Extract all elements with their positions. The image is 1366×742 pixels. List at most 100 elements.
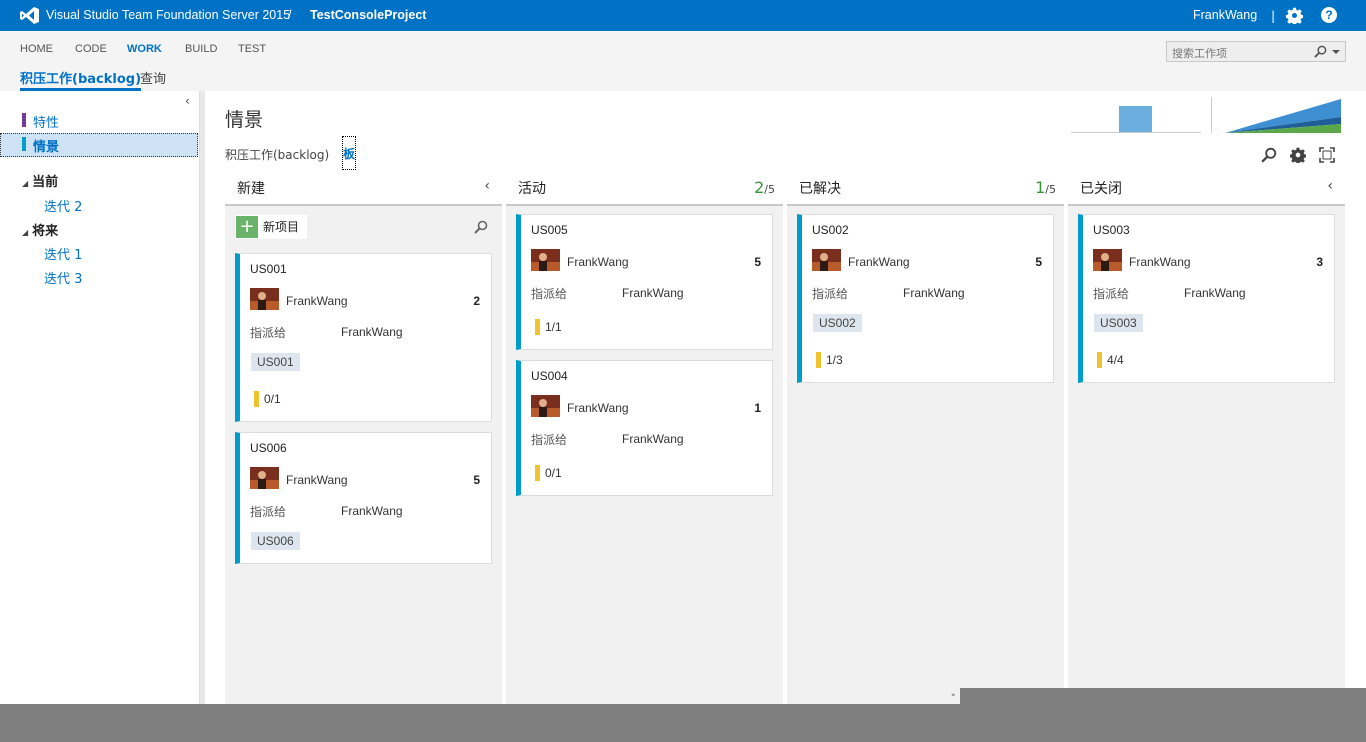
assigned-to-value[interactable]: FrankWang [341,504,403,518]
hub-test[interactable]: TEST [238,43,266,55]
story-card-us006[interactable]: US006 FrankWang 5 指派给 FrankWang US006 [235,432,492,564]
settings-gear-icon[interactable] [1286,7,1303,24]
task-progress-value: 1/1 [545,320,562,334]
assigned-to-value[interactable]: FrankWang [341,325,403,339]
card-tag[interactable]: US002 [813,314,862,332]
avatar [1093,249,1122,271]
taskbar-strip [960,688,1366,704]
collapse-column-chevron-icon[interactable]: ‹ [1327,178,1333,194]
iteration-group-future[interactable]: ◢ 将来 [22,220,58,239]
hub-code[interactable]: CODE [75,43,107,55]
search-dropdown-icon[interactable] [1332,50,1340,54]
story-card-us002[interactable]: US002 FrankWang 5 指派给 FrankWang US002 1/… [797,214,1054,383]
breadcrumb-separator: / [288,8,292,22]
search-placeholder: 搜索工作项 [1172,47,1227,60]
user-menu[interactable]: FrankWang [1193,8,1257,22]
visual-studio-logo-icon[interactable] [20,7,39,24]
view-board-link[interactable]: 板 [342,136,356,170]
card-title[interactable]: US006 [250,441,287,455]
iteration-item-1[interactable]: 迭代 1 [44,244,82,263]
assigned-to-value[interactable]: FrankWang [622,286,684,300]
tab-queries[interactable]: 查询 [140,68,166,87]
wip-current: 1 [1035,178,1046,197]
story-card-us003[interactable]: US003 FrankWang 3 指派给 FrankWang US003 4/… [1078,214,1335,383]
story-card-us005[interactable]: US005 FrankWang 5 指派给 FrankWang 1/1 [516,214,773,350]
card-owner: FrankWang [848,255,910,269]
view-backlog-link[interactable]: 积压工作(backlog) [225,146,329,163]
task-progress-bar [535,465,540,481]
board-column-resolved: 已解决 1/5 US002 FrankWang 5 指派给 FrankWang … [787,176,1064,704]
card-title[interactable]: US005 [531,223,568,237]
task-progress-value: 1/3 [826,353,843,367]
card-title[interactable]: US004 [531,369,568,383]
assigned-to-value[interactable]: FrankWang [1184,286,1246,300]
assigned-to-value[interactable]: FrankWang [622,432,684,446]
card-title[interactable]: US001 [250,262,287,276]
board-column-closed: 已关闭 ‹ US003 FrankWang 3 指派给 FrankWang US… [1068,176,1345,704]
card-effort: 5 [754,255,761,269]
task-progress[interactable]: 0/1 [535,465,562,481]
product-title[interactable]: Visual Studio Team Foundation Server 201… [46,8,290,22]
assigned-to-value[interactable]: FrankWang [903,286,965,300]
task-progress-bar [816,352,821,368]
hub-build[interactable]: BUILD [185,43,217,55]
iteration-item-3[interactable]: 迭代 3 [44,268,82,287]
task-progress-value: 0/1 [264,392,281,406]
expand-triangle-icon[interactable]: ◢ [22,228,28,237]
task-progress[interactable]: 4/4 [1097,352,1124,368]
hub-home[interactable]: HOME [20,43,53,55]
story-card-us004[interactable]: US004 FrankWang 1 指派给 FrankWang 0/1 [516,360,773,496]
expand-triangle-icon[interactable]: ◢ [22,179,28,188]
assigned-to-label: 指派给 [250,505,287,519]
project-name[interactable]: TestConsoleProject [310,8,426,22]
task-progress-bar [535,319,540,335]
column-header: 已解决 1/5 [787,176,1064,206]
column-header: 已关闭 ‹ [1068,176,1345,206]
task-progress-value: 0/1 [545,466,562,480]
search-icon[interactable] [1314,45,1327,58]
wip-limit: 1/5 [1035,178,1056,197]
backlog-level-features[interactable]: 特性 [0,109,198,133]
card-tag[interactable]: US003 [1094,314,1143,332]
tab-backlog[interactable]: 积压工作(backlog) [20,68,142,91]
hub-work[interactable]: WORK [127,43,162,55]
iteration-item-2[interactable]: 迭代 2 [44,196,82,215]
fullscreen-icon[interactable] [1319,147,1335,163]
assigned-to-label: 指派给 [812,287,849,301]
board-settings-gear-icon[interactable] [1290,147,1306,163]
user-separator: | [1271,8,1276,23]
card-tag[interactable]: US001 [251,353,300,371]
card-title[interactable]: US003 [1093,223,1130,237]
help-icon[interactable]: ? [1321,7,1337,23]
overflow-indicator: » [951,691,956,699]
collapse-pane-chevron-icon[interactable]: ‹ [185,94,190,108]
card-owner: FrankWang [286,294,348,308]
iteration-group-label: 将来 [32,224,59,239]
avatar [531,249,560,271]
card-effort: 3 [1316,255,1323,269]
collapse-column-chevron-icon[interactable]: ‹ [484,178,490,194]
backlog-level-label: 特性 [33,116,60,131]
hub-area: HOME CODE WORK BUILD TEST 积压工作(backlog) … [0,31,1366,91]
column-title: 新建 [237,181,265,197]
column-search-icon[interactable] [474,220,488,234]
wip-max: /5 [764,183,775,196]
task-progress[interactable]: 1/1 [535,319,562,335]
story-color-bar [22,137,26,151]
assigned-to-label: 指派给 [250,326,287,340]
velocity-mini-chart[interactable] [1071,97,1201,133]
filter-search-icon[interactable] [1261,147,1277,163]
card-effort: 5 [473,473,480,487]
task-progress[interactable]: 0/1 [254,391,281,407]
card-effort: 5 [1035,255,1042,269]
cumulative-flow-mini-chart[interactable] [1211,97,1341,133]
task-progress[interactable]: 1/3 [816,352,843,368]
new-item-button[interactable]: + 新项目 [235,215,307,239]
card-title[interactable]: US002 [812,223,849,237]
card-tag[interactable]: US006 [251,532,300,550]
iteration-group-current[interactable]: ◢ 当前 [22,171,58,190]
avatar [250,288,279,310]
story-card-us001[interactable]: US001 FrankWang 2 指派给 FrankWang US001 0/… [235,253,492,422]
backlog-level-stories[interactable]: 情景 [0,133,198,157]
work-item-search-input[interactable]: 搜索工作项 [1166,41,1346,62]
